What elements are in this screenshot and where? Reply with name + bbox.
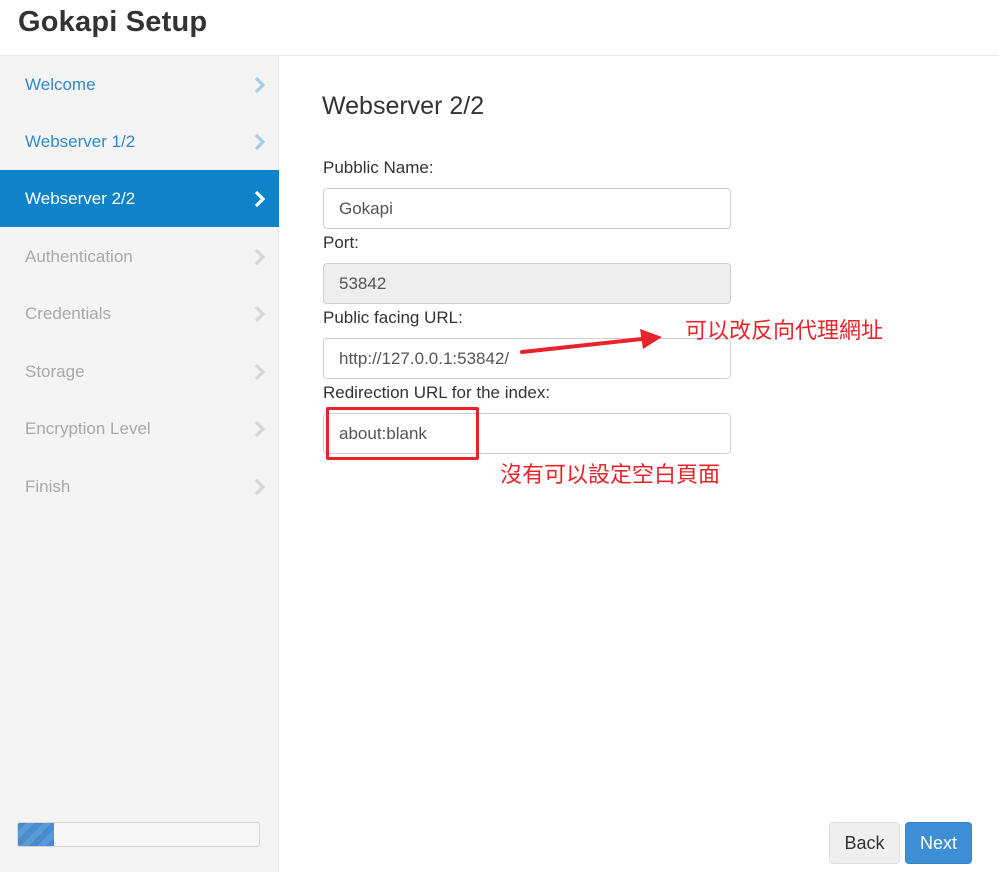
step-finish: Finish: [0, 458, 279, 515]
public-url-input[interactable]: [323, 338, 731, 379]
step-label: Welcome: [25, 74, 96, 94]
step-label: Authentication: [25, 246, 133, 266]
chevron-right-icon: [254, 76, 266, 93]
next-button[interactable]: Next: [905, 822, 972, 864]
chevron-right-icon: [254, 133, 266, 150]
chevron-right-icon: [254, 305, 266, 322]
back-button[interactable]: Back: [829, 822, 900, 864]
step-storage: Storage: [0, 343, 279, 400]
chevron-right-icon: [254, 420, 266, 437]
app-header: Gokapi Setup: [0, 0, 999, 56]
public-name-input[interactable]: [323, 188, 731, 229]
annotation-highlight-box: [326, 407, 479, 460]
step-authentication: Authentication: [0, 228, 279, 285]
step-label: Storage: [25, 361, 85, 381]
redirect-url-label: Redirection URL for the index:: [323, 383, 551, 402]
step-welcome[interactable]: Welcome: [0, 56, 279, 113]
chevron-right-icon: [254, 248, 266, 265]
setup-progress-bar: [17, 822, 260, 847]
progress-fill: [18, 823, 55, 846]
annotation-redirect-note: 沒有可以設定空白頁面: [500, 463, 721, 488]
chevron-right-icon: [254, 478, 266, 495]
step-credentials: Credentials: [0, 285, 279, 342]
setup-steps-sidebar: Welcome Webserver 1/2 Webserver 2/2 Auth…: [0, 56, 279, 872]
step-encryption-level: Encryption Level: [0, 400, 279, 457]
public-name-label: Pubblic Name:: [323, 158, 434, 177]
step-label: Credentials: [25, 303, 111, 323]
public-url-label: Public facing URL:: [323, 308, 463, 327]
port-input: [323, 263, 731, 304]
step-webserver-1[interactable]: Webserver 1/2: [0, 113, 279, 170]
port-label: Port:: [323, 233, 359, 252]
chevron-right-icon: [254, 363, 266, 380]
page-title: Gokapi Setup: [18, 6, 208, 38]
step-label: Webserver 1/2: [25, 131, 136, 151]
step-label: Finish: [25, 476, 71, 496]
annotation-url-note: 可以改反向代理網址: [685, 319, 884, 344]
section-title: Webserver 2/2: [322, 92, 485, 120]
chevron-right-icon: [254, 190, 266, 207]
step-label: Encryption Level: [25, 418, 151, 438]
step-webserver-2[interactable]: Webserver 2/2: [0, 170, 279, 227]
step-label: Webserver 2/2: [25, 188, 136, 208]
